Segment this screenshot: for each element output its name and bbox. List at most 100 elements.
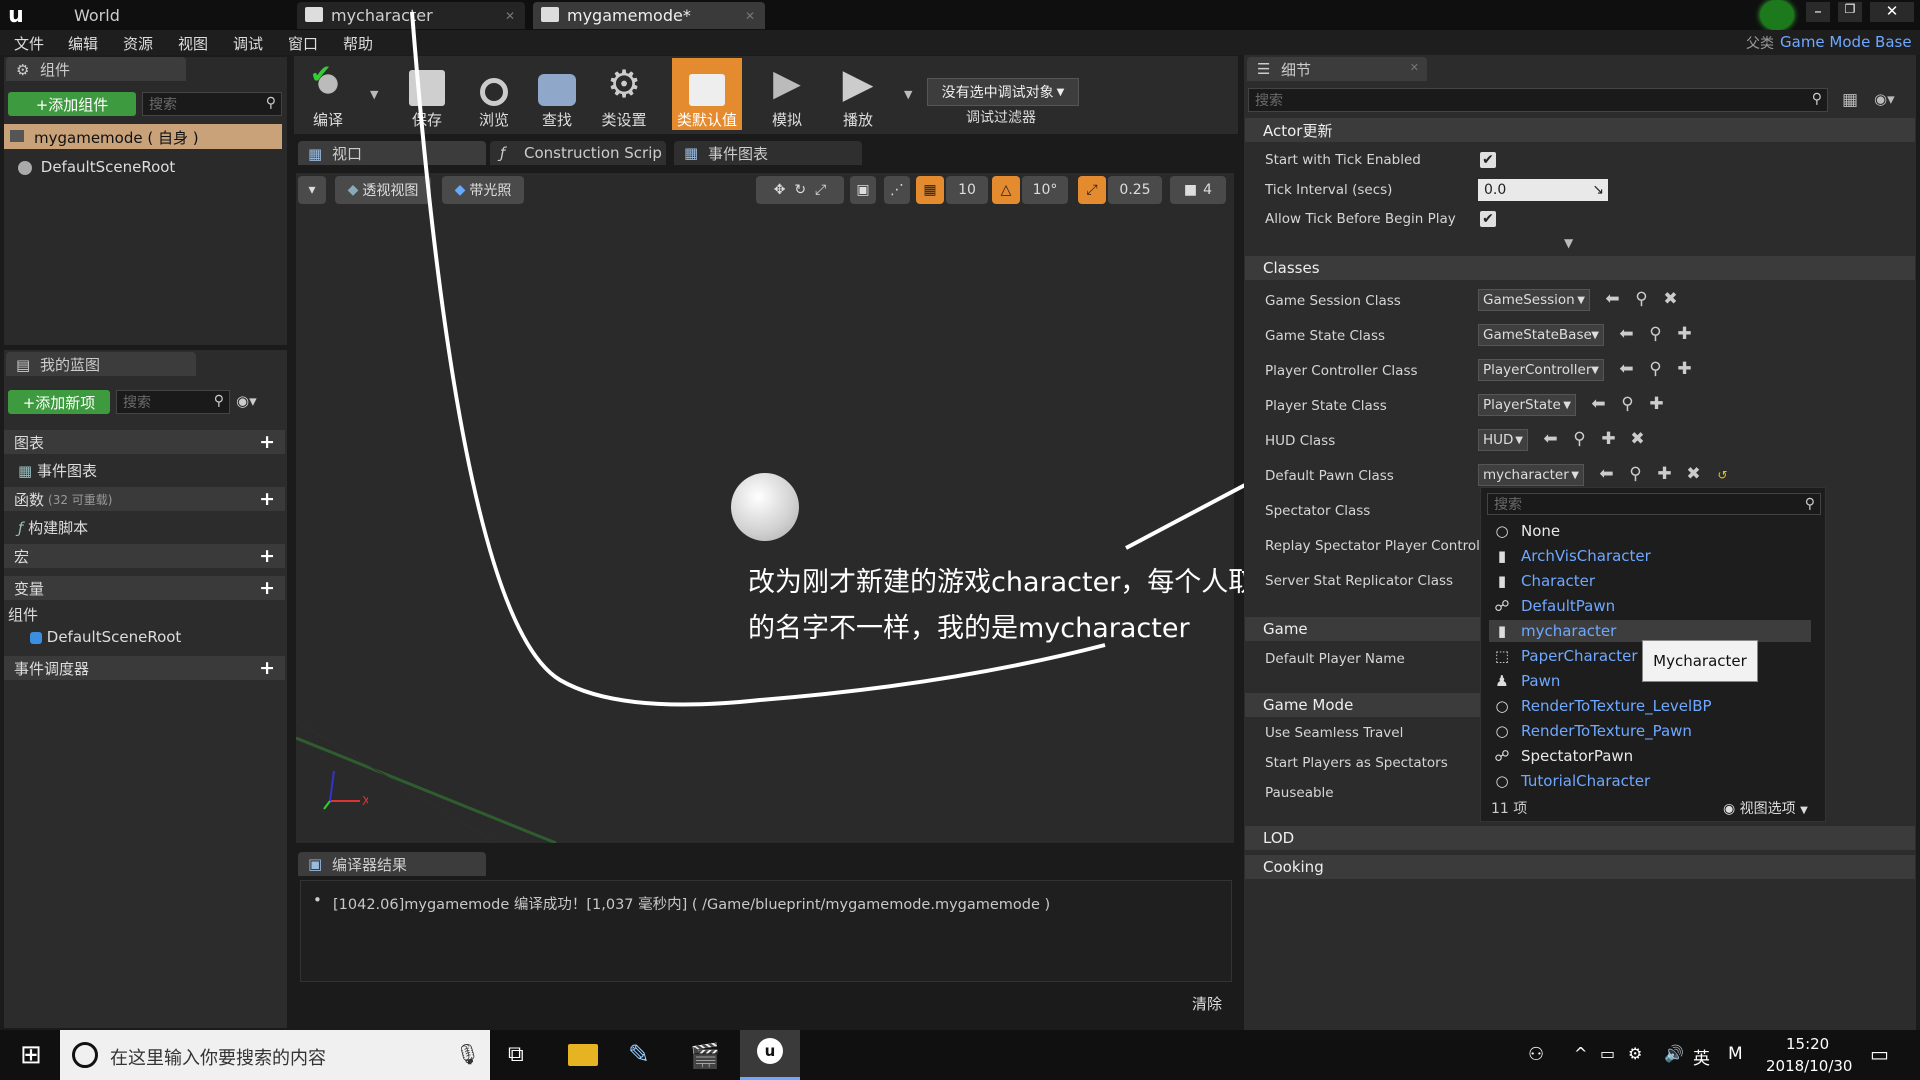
game-state-select[interactable]: GameStateBase ▼ [1478,324,1604,346]
add-icon[interactable]: ✚ [1670,359,1699,379]
close-icon[interactable]: ✕ [745,9,755,23]
actor-tick-section[interactable]: Actor更新 [1245,118,1915,142]
browse-button[interactable]: 浏览 [462,58,526,130]
browse-icon[interactable]: ⚲ [1641,324,1670,344]
event-graph-item[interactable]: ▦ 事件图表 [18,460,97,481]
browse-icon[interactable]: ⚲ [1627,289,1656,309]
tab-my-blueprint[interactable]: ▤ 我的蓝图 [6,352,196,376]
class-option-defaultpawn[interactable]: ☍ DefaultPawn [1489,595,1811,617]
close-icon[interactable]: ✕ [1410,61,1419,74]
components-subsection[interactable]: 组件 [8,604,38,625]
clock-date[interactable]: 2018/10/30 [1766,1057,1852,1075]
close-window-button[interactable]: ✕ [1870,2,1914,22]
add-icon[interactable]: ✚ [1650,464,1679,484]
allow-tick-checkbox[interactable]: ✔ [1480,211,1496,227]
taskbar-search-input[interactable]: 在这里输入你要搜索的内容 🎙 [60,1030,490,1080]
class-option-spectatorpawn[interactable]: ☍ SpectatorPawn [1489,745,1811,767]
lit-button[interactable]: ◆ 带光照 [442,176,524,204]
perspective-button[interactable]: ◆ 透视视图 [335,176,431,204]
unreal-taskbar-icon[interactable]: u [740,1030,800,1080]
add-new-button[interactable]: +添加新项 [8,390,110,414]
component-child-row[interactable]: DefaultSceneRoot [18,158,175,176]
class-option-character[interactable]: ▮ Character [1489,570,1811,592]
lod-section[interactable]: LOD [1245,826,1915,850]
hud-select[interactable]: HUD ▼ [1478,429,1528,451]
clock-time[interactable]: 15:20 [1786,1035,1829,1053]
tab-viewport[interactable]: ▦ 视口 [298,141,486,165]
paint-icon[interactable]: ✎ [628,1040,650,1070]
video-editor-icon[interactable]: 🎬 [690,1042,720,1070]
debug-object-select[interactable]: 没有选中调试对象 ▼ [927,78,1079,106]
volume-icon[interactable]: 🔊 [1664,1044,1684,1063]
use-selected-icon[interactable]: ⬅ [1536,429,1565,449]
class-picker-search-input[interactable]: 搜索 ⚲ [1487,493,1821,515]
component-root-row[interactable]: mygamemode ( 自身 ) [4,124,282,149]
sphere-object[interactable] [731,473,799,541]
viewport[interactable]: X [296,173,1234,843]
class-option-tutorialcharacter[interactable]: ○ TutorialCharacter [1489,770,1811,792]
class-option-none[interactable]: ○ None [1489,520,1811,542]
add-function-icon[interactable]: + [259,488,275,510]
menu-view[interactable]: 视图 [178,33,208,54]
default-scene-root-item[interactable]: DefaultSceneRoot [30,628,181,646]
construction-script-item[interactable]: ƒ 构建脚本 [18,517,88,538]
grid-snap-toggle[interactable]: ▦ [916,176,944,204]
eye-icon[interactable]: ◉▾ [236,392,257,410]
compile-button[interactable]: ✔ 编译 [296,58,360,130]
parent-class-link[interactable]: Game Mode Base [1780,33,1912,51]
ime-mode[interactable]: M [1728,1044,1743,1064]
simulate-button[interactable]: ▶ 模拟 [755,58,819,130]
close-icon[interactable]: ✕ [505,9,515,23]
game-mode-section[interactable]: Game Mode [1245,693,1480,717]
details-search-input[interactable]: 搜索 ⚲ [1248,88,1828,112]
source-control-icon[interactable] [1760,0,1794,30]
scale-snap-toggle[interactable]: ⤢ [1078,176,1106,204]
menu-debug[interactable]: 调试 [233,33,263,54]
default-pawn-select[interactable]: mycharacter ▼ [1478,464,1584,486]
browse-icon[interactable]: ⚲ [1613,394,1642,414]
maximize-button[interactable]: ❐ [1838,2,1862,22]
start-tick-checkbox[interactable]: ✔ [1480,152,1496,168]
tab-mygamemode[interactable]: mygamemode* ✕ [533,2,765,29]
use-selected-icon[interactable]: ⬅ [1598,289,1627,309]
tab-event-graph[interactable]: ▦ 事件图表 [674,141,862,165]
grid-snap-value[interactable]: 10 [946,176,988,204]
add-icon[interactable]: ✚ [1670,324,1699,344]
view-options-button[interactable]: ◉ 视图选项 ▼ [1723,798,1808,818]
add-macro-icon[interactable]: + [259,545,275,567]
browse-icon[interactable]: ⚲ [1621,464,1650,484]
rotation-snap-value[interactable]: 10° [1022,176,1068,204]
reset-icon[interactable]: ↺ [1708,468,1737,482]
game-session-select[interactable]: GameSession ▼ [1478,289,1590,311]
viewport-options-button[interactable]: ▾ [298,176,326,204]
class-option-mycharacter[interactable]: ▮ mycharacter [1489,620,1811,642]
menu-edit[interactable]: 编辑 [68,33,98,54]
tab-details[interactable]: ☰ 细节 ✕ [1247,57,1427,81]
file-explorer-icon[interactable] [568,1044,598,1066]
use-selected-icon[interactable]: ⬅ [1612,324,1641,344]
class-option-rendertotexture-pawn[interactable]: ○ RenderToTexture_Pawn [1489,720,1811,742]
rotation-snap-toggle[interactable]: △ [992,176,1020,204]
notifications-icon[interactable]: ▭ [1870,1042,1889,1066]
add-icon[interactable]: ✚ [1594,429,1623,449]
scale-snap-value[interactable]: 0.25 [1108,176,1162,204]
network-icon[interactable]: ⚙ [1628,1044,1642,1063]
tab-components[interactable]: ⚙ 组件 [6,57,186,81]
cooking-section[interactable]: Cooking [1245,855,1915,879]
save-button[interactable]: 保存 [395,58,459,130]
ime-language[interactable]: 英 [1693,1044,1710,1069]
task-view-icon[interactable]: ⧉ [508,1042,524,1067]
transform-tools[interactable]: ✥ ↻ ⤢ [756,176,844,204]
find-button[interactable]: 查找 [525,58,589,130]
tab-construction-script[interactable]: ƒ Construction Scrip [490,141,666,165]
add-icon[interactable]: ✚ [1642,394,1671,414]
player-state-select[interactable]: PlayerState ▼ [1478,394,1576,416]
tab-mycharacter[interactable]: mycharacter ✕ [297,2,525,29]
camera-speed-button[interactable]: ■ 4 [1170,176,1226,204]
add-dispatcher-icon[interactable]: + [259,657,275,679]
microphone-icon[interactable]: 🎙 [455,1042,480,1066]
use-selected-icon[interactable]: ⬅ [1584,394,1613,414]
class-defaults-button[interactable]: 类默认值 [672,58,742,130]
blueprint-search-input[interactable]: 搜索 ⚲ [116,390,230,414]
rotate-icon[interactable]: ↻ [794,182,806,198]
